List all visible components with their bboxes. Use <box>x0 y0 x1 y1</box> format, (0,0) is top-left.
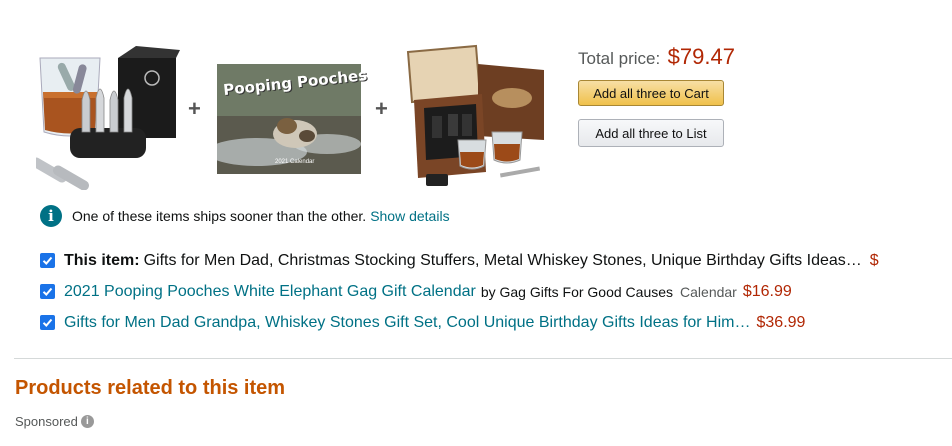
item-checkbox[interactable] <box>40 253 55 268</box>
pooping-pooches-calendar-image[interactable]: Pooping Pooches 2021 Calendar <box>217 64 368 174</box>
checkmark-icon <box>42 318 53 327</box>
shipping-notice-text: One of these items ships sooner than the… <box>72 208 367 224</box>
add-all-to-list-button[interactable]: Add all three to List <box>578 119 724 147</box>
item-checkbox[interactable] <box>40 315 55 330</box>
list-item: 2021 Pooping Pooches White Elephant Gag … <box>40 276 952 307</box>
add-all-to-cart-button[interactable]: Add all three to Cart <box>578 80 724 106</box>
plus-sign: + <box>188 96 201 121</box>
whiskey-stones-set-image[interactable] <box>36 40 180 190</box>
item-format: Calendar <box>680 283 737 300</box>
plus-sign: + <box>375 96 388 121</box>
list-item: This item: Gifts for Men Dad, Christmas … <box>40 245 952 276</box>
item-price: $ <box>869 251 879 269</box>
total-price-label: Total price: <box>578 49 661 68</box>
checkmark-icon <box>42 287 53 296</box>
item-price: $16.99 <box>742 282 792 300</box>
item-price: $36.99 <box>756 313 806 331</box>
calendar-cover-caption: 2021 Calendar <box>275 159 315 165</box>
checkmark-icon <box>42 256 53 265</box>
item-title-link[interactable]: 2021 Pooping Pooches White Elephant Gag … <box>64 283 476 301</box>
item-checkbox[interactable] <box>40 284 55 299</box>
list-item: Gifts for Men Dad Grandpa, Whiskey Stone… <box>40 307 952 338</box>
related-products-heading: Products related to this item <box>15 377 286 399</box>
item-title: Gifts for Men Dad, Christmas Stocking St… <box>143 251 862 269</box>
total-price-value: $79.47 <box>667 44 735 69</box>
shipping-notice: i One of these items ships sooner than t… <box>40 205 450 227</box>
sponsored-label: Sponsored i <box>15 414 94 429</box>
sponsored-text: Sponsored <box>15 414 78 429</box>
item-title-link[interactable]: Gifts for Men Dad Grandpa, Whiskey Stone… <box>64 314 751 332</box>
bundle-item-list: This item: Gifts for Men Dad, Christmas … <box>40 245 952 338</box>
item-byline: by Gag Gifts For Good Causes <box>480 283 674 300</box>
this-item-label: This item: <box>64 251 140 269</box>
section-divider <box>14 358 952 359</box>
show-details-link[interactable]: Show details <box>370 208 449 224</box>
bundle-total: Total price: $79.47 <box>578 44 735 70</box>
sponsored-info-icon[interactable]: i <box>80 415 94 428</box>
whiskey-gift-box-image[interactable] <box>404 44 550 190</box>
info-icon: i <box>40 205 62 227</box>
